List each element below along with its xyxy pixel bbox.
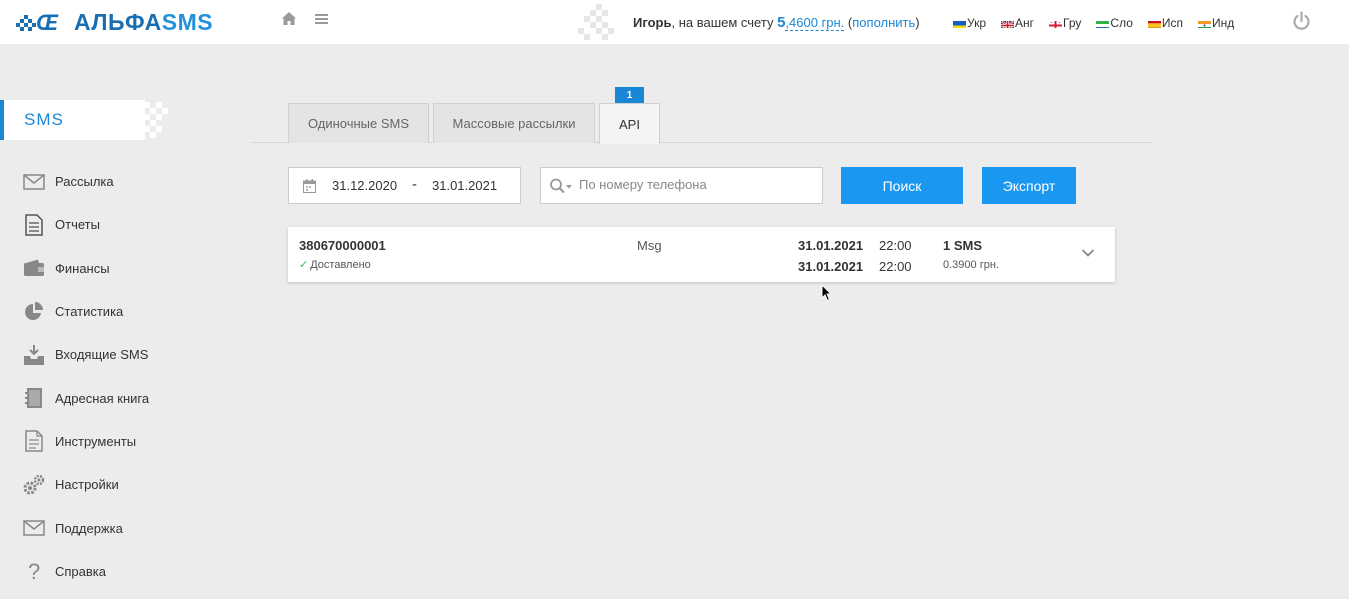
language-switcher: Укр Анг Гру Сло Исп Инд bbox=[953, 16, 1249, 30]
envelope-icon bbox=[22, 171, 46, 193]
calendar-icon bbox=[303, 179, 316, 193]
recipient-phone: 380670000001 bbox=[299, 238, 386, 253]
svg-text:Œ: Œ bbox=[36, 10, 59, 35]
tools-document-icon bbox=[22, 430, 46, 453]
delivered-time: 22:00 bbox=[879, 259, 912, 274]
sidebar-item-reports[interactable]: Отчеты bbox=[22, 203, 149, 246]
home-icon[interactable] bbox=[281, 11, 297, 27]
date-range-picker[interactable]: 31.12.2020 - 31.01.2021 bbox=[288, 167, 521, 204]
logo-text: АЛЬФАSMS bbox=[74, 8, 214, 35]
pixel-decoration bbox=[578, 4, 614, 40]
api-tab-badge: 1 bbox=[615, 87, 644, 103]
check-icon: ✓ bbox=[299, 259, 309, 271]
tab-mass-mailing[interactable]: Массовые рассылки bbox=[433, 103, 595, 143]
date-separator: - bbox=[412, 176, 417, 193]
tab-single-sms[interactable]: Одиночные SMS bbox=[288, 103, 429, 143]
table-row[interactable]: 380670000001 ✓ Доставлено Msg 31.01.2021 … bbox=[288, 227, 1115, 282]
sidebar-item-incoming-sms[interactable]: Входящие SMS bbox=[22, 333, 149, 376]
alfasms-logo[interactable]: Œ АЛЬФАSMS bbox=[16, 9, 213, 35]
user-name: Игорь bbox=[633, 15, 672, 30]
svg-text:?: ? bbox=[28, 560, 40, 582]
message-text: Msg bbox=[637, 238, 662, 253]
question-icon: ? bbox=[22, 560, 46, 582]
date-to[interactable]: 31.01.2021 bbox=[432, 178, 497, 193]
sidebar-item-mailing[interactable]: Рассылка bbox=[22, 160, 149, 203]
logo-mark-icon: Œ bbox=[16, 10, 59, 35]
lang-ind[interactable]: Инд bbox=[1198, 16, 1234, 30]
report-tabs: Одиночные SMS Массовые рассылки API bbox=[251, 103, 1153, 144]
balance-fraction: ,4600 грн. bbox=[785, 15, 845, 31]
uk-flag-icon bbox=[1001, 19, 1015, 28]
sidebar-item-support[interactable]: Поддержка bbox=[22, 506, 149, 549]
sms-price: 0.3900 грн. bbox=[943, 259, 999, 271]
chevron-down-icon[interactable] bbox=[1081, 248, 1095, 258]
sent-time: 22:00 bbox=[879, 238, 912, 253]
export-button[interactable]: Экспорт bbox=[982, 167, 1076, 204]
sidebar-nav: Рассылка Отчеты Финансы Статистика Входя… bbox=[22, 160, 149, 593]
document-icon bbox=[22, 214, 46, 236]
pixel-decoration bbox=[144, 102, 168, 138]
inbox-download-icon bbox=[22, 344, 46, 366]
sidebar-item-help[interactable]: ? Справка bbox=[22, 550, 149, 593]
phone-search-input[interactable] bbox=[579, 177, 809, 192]
sidebar-section-sms[interactable]: SMS bbox=[0, 100, 145, 140]
topup-link[interactable]: пополнить bbox=[852, 15, 915, 30]
date-from[interactable]: 31.12.2020 bbox=[332, 178, 397, 193]
logout-power-icon[interactable] bbox=[1291, 11, 1312, 32]
sent-date: 31.01.2021 bbox=[798, 238, 864, 253]
spain-flag-icon bbox=[1147, 19, 1161, 28]
ukraine-flag-icon bbox=[953, 19, 966, 28]
hamburger-menu-icon[interactable] bbox=[315, 13, 328, 25]
lang-geo[interactable]: Гру bbox=[1049, 16, 1081, 30]
mouse-cursor-icon bbox=[821, 284, 833, 302]
envelope-icon bbox=[22, 517, 46, 539]
address-book-icon bbox=[22, 387, 46, 409]
sierra-leone-flag-icon bbox=[1096, 19, 1110, 28]
lang-slo[interactable]: Сло bbox=[1096, 16, 1133, 30]
sidebar-item-statistics[interactable]: Статистика bbox=[22, 290, 149, 333]
search-button[interactable]: Поиск bbox=[841, 167, 963, 204]
georgia-flag-icon bbox=[1049, 19, 1063, 28]
tab-api[interactable]: API bbox=[599, 103, 660, 144]
sidebar-item-finance[interactable]: Финансы bbox=[22, 247, 149, 290]
lang-esp[interactable]: Исп bbox=[1147, 16, 1183, 30]
sms-count: 1 SMS bbox=[943, 238, 983, 253]
search-dropdown-icon[interactable] bbox=[549, 178, 575, 194]
top-header: Œ АЛЬФАSMS Игорь, на вашем счету 5,4600 … bbox=[0, 0, 1349, 44]
wallet-icon bbox=[22, 257, 46, 279]
sidebar-item-settings[interactable]: Настройки bbox=[22, 463, 149, 506]
lang-eng[interactable]: Анг bbox=[1001, 16, 1034, 30]
status-badge: ✓ Доставлено bbox=[299, 258, 371, 272]
pie-chart-icon bbox=[22, 301, 46, 323]
delivered-date: 31.01.2021 bbox=[798, 259, 864, 274]
sidebar-item-tools[interactable]: Инструменты bbox=[22, 420, 149, 463]
phone-search-field[interactable] bbox=[540, 167, 823, 204]
india-flag-icon bbox=[1198, 19, 1212, 28]
account-balance: Игорь, на вашем счету 5,4600 грн. (попол… bbox=[633, 14, 920, 31]
gears-icon bbox=[22, 474, 46, 496]
sidebar-item-address-book[interactable]: Адресная книга bbox=[22, 376, 149, 419]
lang-ukr[interactable]: Укр bbox=[953, 16, 986, 30]
